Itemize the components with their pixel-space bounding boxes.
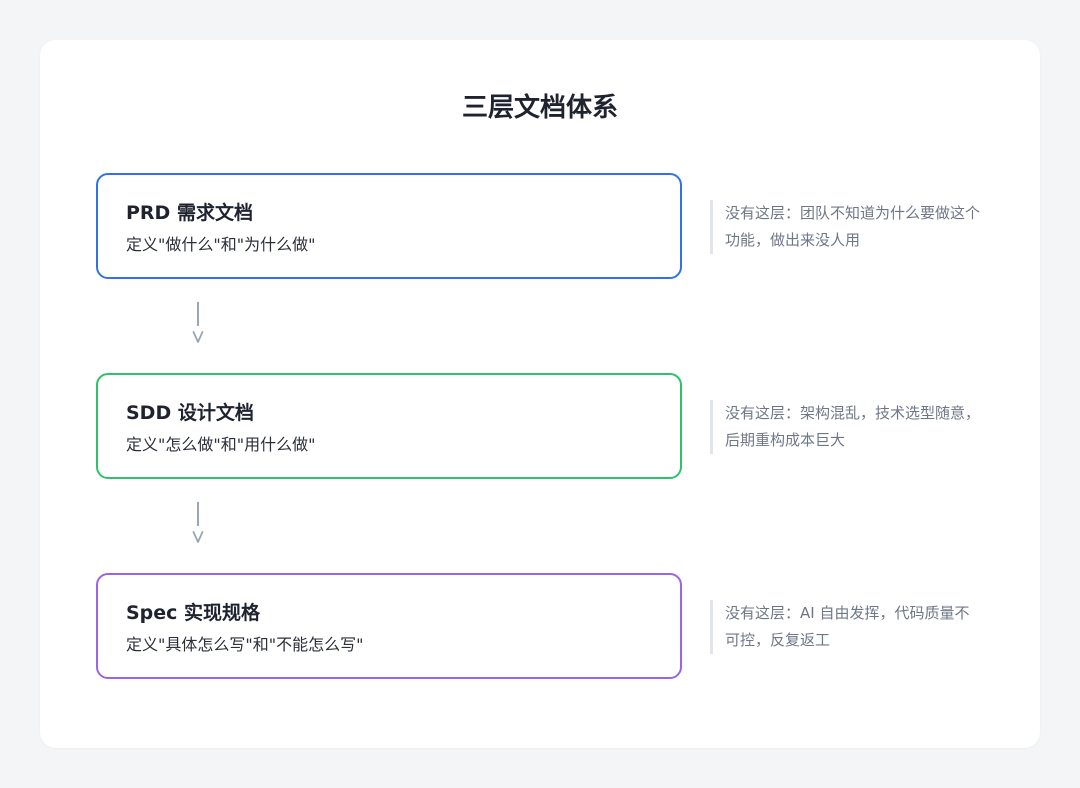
layer-box-spec: Spec 实现规格 定义"具体怎么写"和"不能怎么写" bbox=[96, 573, 682, 679]
diagram-title: 三层文档体系 bbox=[461, 93, 618, 123]
chevron-down-icon bbox=[192, 531, 204, 543]
layer-definition-prd: 定义"做什么"和"为什么做" bbox=[126, 235, 316, 254]
layer-definition-spec: 定义"具体怎么写"和"不能怎么写" bbox=[126, 635, 364, 654]
layer-box-prd: PRD 需求文档 定义"做什么"和"为什么做" bbox=[96, 173, 682, 279]
layer-definition-sdd: 定义"怎么做"和"用什么做" bbox=[126, 435, 316, 454]
connector-line-2 bbox=[197, 502, 199, 526]
layer-box-sdd: SDD 设计文档 定义"怎么做"和"用什么做" bbox=[96, 373, 682, 479]
layer-note-spec: 没有这层：AI 自由发挥，代码质量不可控，反复返工 bbox=[710, 600, 980, 654]
connector-arrow-2 bbox=[192, 502, 210, 552]
layer-name-prd: PRD 需求文档 bbox=[126, 202, 253, 224]
layer-note-sdd: 没有这层：架构混乱，技术选型随意，后期重构成本巨大 bbox=[710, 400, 980, 454]
connector-arrow-1 bbox=[192, 302, 210, 352]
layer-note-prd: 没有这层：团队不知道为什么要做这个功能，做出来没人用 bbox=[710, 200, 980, 254]
chevron-down-icon bbox=[192, 331, 204, 343]
layer-name-spec: Spec 实现规格 bbox=[126, 602, 261, 624]
layer-name-sdd: SDD 设计文档 bbox=[126, 402, 254, 424]
connector-line-1 bbox=[197, 302, 199, 326]
